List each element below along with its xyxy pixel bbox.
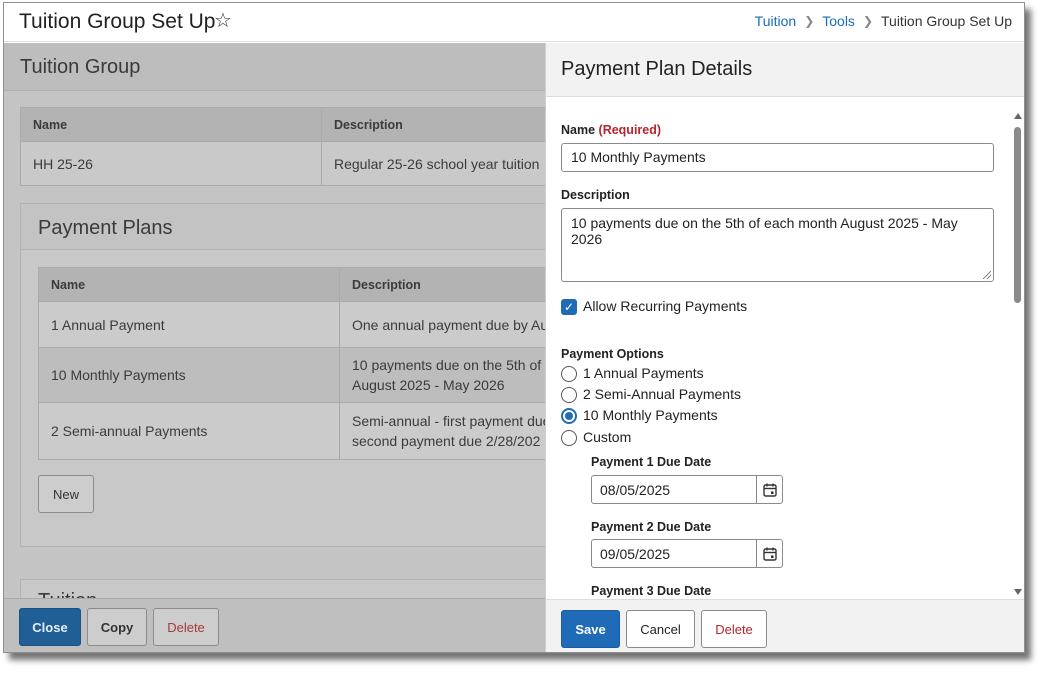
- scroll-down-arrow-icon[interactable]: [1014, 589, 1022, 595]
- cell-name: 2 Semi-annual Payments: [38, 402, 340, 460]
- radio-label-2-semi-annual[interactable]: 2 Semi-Annual Payments: [583, 386, 741, 402]
- cell-description-line: 10 payments due on the 5th of: [352, 357, 542, 373]
- payment-1-due-date-label: Payment 1 Due Date: [591, 455, 712, 469]
- tuition-group-header: Tuition Group: [4, 43, 545, 91]
- column-header-description[interactable]: Description: [321, 107, 545, 142]
- cell-name: 1 Annual Payment: [38, 301, 340, 348]
- cell-description: Regular 25-26 school year tuition: [321, 141, 545, 186]
- description-text: 10 payments due on the 5th of each month…: [571, 215, 958, 247]
- payment-2-due-date-value: 09/05/2025: [600, 546, 671, 562]
- radio-10-monthly[interactable]: [561, 408, 577, 424]
- save-button[interactable]: Save: [561, 610, 620, 648]
- payment-1-due-date-value: 08/05/2025: [600, 482, 671, 498]
- tuition-group-table: Name Description HH 25-26 Regular 25-26 …: [20, 107, 545, 186]
- column-header-description[interactable]: Description: [339, 267, 545, 302]
- calendar-icon[interactable]: [756, 540, 782, 567]
- payment-plans-header: Payment Plans: [21, 204, 545, 250]
- delete-plan-button[interactable]: Delete: [701, 610, 767, 648]
- radio-2-semi-annual[interactable]: [561, 387, 577, 403]
- payment-plans-panel: Payment Plans Name Description 1 Annual …: [20, 203, 545, 547]
- cell-name: 10 Monthly Payments: [38, 347, 340, 403]
- table-row[interactable]: 1 Annual Payment One annual payment due …: [38, 301, 545, 348]
- required-indicator: (Required): [598, 123, 662, 137]
- cell-description-line: August 2025 - May 2026: [352, 377, 505, 393]
- description-textarea[interactable]: 10 payments due on the 5th of each month…: [561, 208, 994, 282]
- payment-options-label: Payment Options: [561, 347, 664, 361]
- payment-1-due-date-input[interactable]: 08/05/2025: [591, 475, 783, 504]
- new-payment-plan-button[interactable]: New: [38, 475, 94, 513]
- page-title: Tuition Group Set Up: [19, 10, 216, 33]
- resize-grip-icon[interactable]: [983, 271, 991, 279]
- breadcrumb-tools[interactable]: Tools: [822, 13, 855, 29]
- name-label-text: Name: [561, 123, 596, 137]
- delete-group-button[interactable]: Delete: [153, 608, 219, 646]
- radio-label-10-monthly[interactable]: 10 Monthly Payments: [583, 407, 718, 423]
- payment-2-due-date-input[interactable]: 09/05/2025: [591, 539, 783, 568]
- details-header: Payment Plan Details: [546, 43, 1024, 97]
- details-scrollbar[interactable]: [1012, 109, 1024, 599]
- details-title: Payment Plan Details: [561, 58, 753, 80]
- table-row[interactable]: 2 Semi-annual Payments Semi-annual - fir…: [38, 402, 545, 460]
- left-action-bar: Close Copy Delete: [4, 598, 545, 652]
- allow-recurring-checkbox[interactable]: ✓: [561, 299, 577, 315]
- chevron-right-icon: ❯: [804, 14, 815, 28]
- radio-label-1-annual[interactable]: 1 Annual Payments: [583, 365, 704, 381]
- table-row[interactable]: 10 Monthly Payments 10 payments due on t…: [38, 347, 545, 403]
- breadcrumb: Tuition ❯ Tools ❯ Tuition Group Set Up: [755, 13, 1012, 29]
- close-button[interactable]: Close: [19, 608, 81, 646]
- cell-description: One annual payment due by Au: [339, 301, 545, 348]
- copy-button[interactable]: Copy: [87, 608, 147, 646]
- payment-plans-table: Name Description 1 Annual Payment One an…: [38, 267, 545, 460]
- payment-2-due-date-label: Payment 2 Due Date: [591, 520, 712, 534]
- radio-1-annual[interactable]: [561, 366, 577, 382]
- name-input[interactable]: 10 Monthly Payments: [561, 143, 994, 172]
- favorite-star-icon[interactable]: ☆: [214, 11, 232, 31]
- cell-description-line: second payment due 2/28/202: [352, 433, 541, 449]
- tuition-group-area: Tuition Group Name Description HH 25-26 …: [4, 43, 545, 598]
- cell-name: HH 25-26: [20, 141, 322, 186]
- breadcrumb-current: Tuition Group Set Up: [881, 13, 1012, 29]
- name-label: Name (Required): [561, 123, 661, 137]
- cell-description-line: Semi-annual - first payment due: [352, 413, 545, 429]
- radio-custom[interactable]: [561, 430, 577, 446]
- scroll-up-arrow-icon[interactable]: [1014, 113, 1022, 119]
- details-form: Name (Required) 10 Monthly Payments Desc…: [546, 97, 1010, 599]
- cell-description: 10 payments due on the 5th of August 202…: [339, 347, 545, 403]
- chevron-right-icon: ❯: [862, 14, 873, 28]
- scroll-thumb[interactable]: [1014, 127, 1021, 303]
- description-label: Description: [561, 188, 630, 202]
- payment-plans-title: Payment Plans: [38, 217, 173, 239]
- column-header-name[interactable]: Name: [20, 107, 322, 142]
- column-header-name[interactable]: Name: [38, 267, 340, 302]
- details-action-bar: Save Cancel Delete: [546, 599, 1024, 652]
- calendar-icon[interactable]: [756, 476, 782, 503]
- payment-3-due-date-label: Payment 3 Due Date: [591, 584, 712, 598]
- app-window: Tuition Group Set Up ☆ Tuition ❯ Tools ❯…: [3, 2, 1025, 653]
- tuition-panel: Tuition: [20, 579, 545, 598]
- radio-label-custom[interactable]: Custom: [583, 429, 631, 445]
- tuition-panel-title: Tuition: [38, 590, 97, 598]
- payment-plan-details-panel: Payment Plan Details Name (Required) 10 …: [545, 43, 1024, 652]
- cell-description: Semi-annual - first payment due second p…: [339, 402, 545, 460]
- breadcrumb-tuition[interactable]: Tuition: [755, 13, 797, 29]
- page-header: Tuition Group Set Up ☆ Tuition ❯ Tools ❯…: [4, 3, 1024, 42]
- tuition-group-title: Tuition Group: [20, 56, 141, 78]
- table-row[interactable]: HH 25-26 Regular 25-26 school year tuiti…: [20, 141, 545, 186]
- cancel-button[interactable]: Cancel: [626, 610, 695, 648]
- allow-recurring-label[interactable]: Allow Recurring Payments: [583, 298, 747, 314]
